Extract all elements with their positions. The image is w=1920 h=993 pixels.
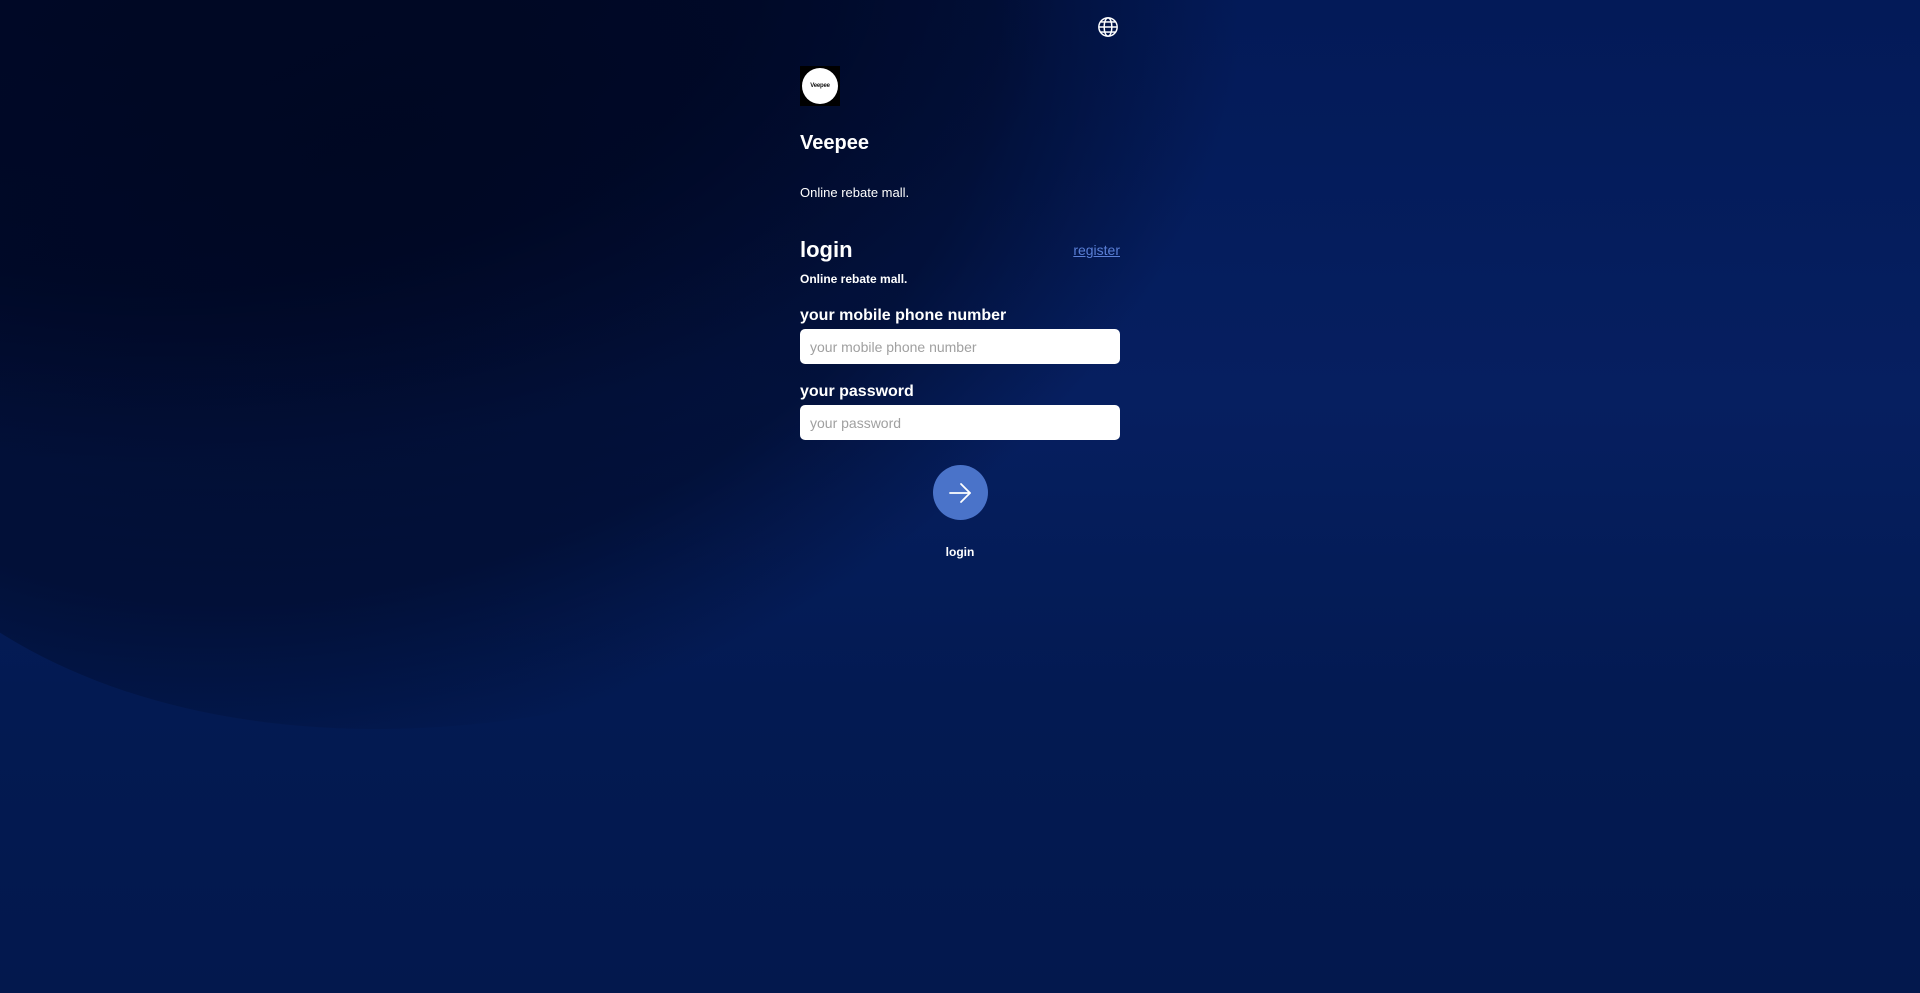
login-panel: Veepee Veepee Online rebate mall. login … xyxy=(800,66,1120,560)
brand-logo: Veepee xyxy=(800,66,840,106)
phone-label: your mobile phone number xyxy=(800,307,1007,324)
logo-text: Veepee xyxy=(810,83,830,89)
phone-input[interactable] xyxy=(800,329,1120,364)
password-field-group: your password xyxy=(800,382,1120,440)
login-submit-label: login xyxy=(945,545,975,559)
arrow-right-icon xyxy=(949,482,971,503)
password-label: your password xyxy=(800,383,914,400)
password-input[interactable] xyxy=(800,405,1120,440)
language-globe-icon[interactable] xyxy=(1097,16,1119,38)
phone-field-group: your mobile phone number xyxy=(800,306,1120,364)
login-submit-button[interactable] xyxy=(932,465,988,520)
brand-name: Veepee xyxy=(800,132,869,154)
register-link[interactable]: register xyxy=(1073,242,1120,258)
login-subtitle: Online rebate mall. xyxy=(800,272,908,286)
submit-area: login xyxy=(800,465,1120,560)
brand-tagline: Online rebate mall. xyxy=(800,185,910,200)
login-header: login register xyxy=(800,237,1120,263)
logo-badge: Veepee xyxy=(802,68,838,104)
login-title: login xyxy=(800,237,853,262)
